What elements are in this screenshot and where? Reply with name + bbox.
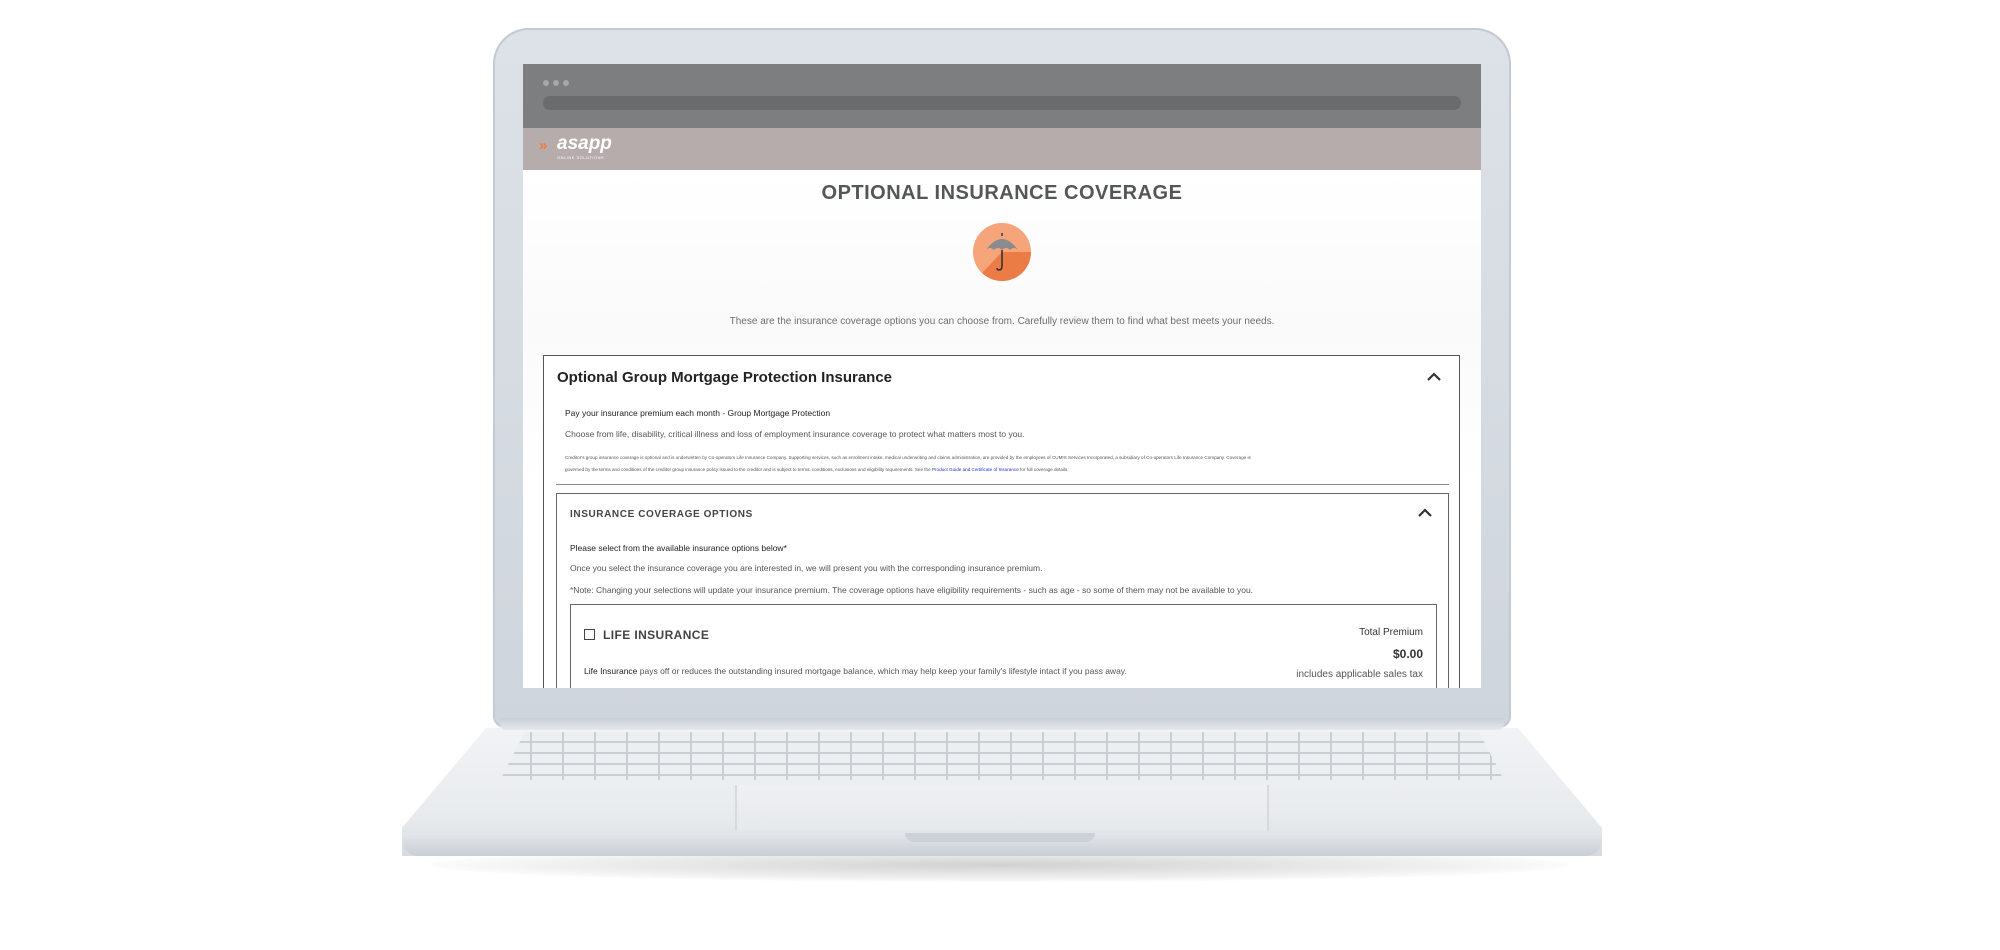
premium-tax-note: includes applicable sales tax (1296, 669, 1423, 680)
section-subtitle: Pay your insurance premium each month - … (565, 408, 831, 418)
umbrella-icon (972, 222, 1032, 282)
laptop-hinge (500, 718, 1504, 730)
laptop-notch (905, 833, 1095, 842)
life-insurance-desc-bold: Life Insurance (584, 666, 638, 676)
coverage-instruction: Please select from the available insuran… (570, 543, 787, 553)
product-guide-link[interactable]: Product Guide and Certificate of Insuran… (932, 467, 1019, 472)
total-premium-value: $0.00 (1392, 647, 1423, 661)
life-insurance-checkbox[interactable] (584, 629, 595, 640)
window-dot-icon[interactable] (543, 80, 549, 86)
chevron-up-icon[interactable] (1418, 506, 1432, 520)
address-bar[interactable] (543, 96, 1461, 110)
logo[interactable]: asapp (557, 133, 612, 155)
window-dot-icon[interactable] (553, 80, 559, 86)
window-dot-icon[interactable] (563, 80, 569, 86)
fine-print-text: Creditor's group insurance coverage is o… (565, 455, 1251, 460)
group-mortgage-section: Optional Group Mortgage Protection Insur… (543, 355, 1460, 688)
laptop-screen: » asapp ONLINE SOLUTIONS OPTIONAL INSURA… (523, 64, 1481, 688)
life-insurance-option: LIFE INSURANCE Life Insurance pays off o… (570, 604, 1437, 688)
divider (556, 484, 1449, 485)
section-title[interactable]: Optional Group Mortgage Protection Insur… (557, 369, 892, 386)
section-description: Choose from life, disability, critical i… (565, 429, 1025, 439)
coverage-options-section: INSURANCE COVERAGE OPTIONS Please select… (556, 493, 1449, 688)
coverage-info: Once you select the insurance coverage y… (570, 563, 1043, 573)
coverage-note: *Note: Changing your selections will upd… (570, 585, 1254, 595)
logo-arrows-icon: » (539, 137, 548, 154)
app-header: » asapp ONLINE SOLUTIONS (523, 128, 1481, 170)
intro-text: These are the insurance coverage options… (729, 316, 1275, 327)
logo-subtext: ONLINE SOLUTIONS (557, 155, 605, 160)
laptop-keyboard (500, 732, 1504, 780)
fine-print-text: for full coverage details. (1020, 467, 1069, 472)
page-content: OPTIONAL INSURANCE COVERAGE These are th… (523, 170, 1481, 688)
browser-chrome (523, 64, 1481, 128)
life-insurance-description: Life Insurance pays off or reduces the o… (584, 666, 1127, 676)
life-insurance-title[interactable]: LIFE INSURANCE (603, 628, 709, 642)
fine-print: Creditor's group insurance coverage is o… (565, 452, 1445, 476)
total-premium-label: Total Premium (1359, 627, 1423, 638)
laptop-trackpad (735, 785, 1269, 831)
coverage-options-title[interactable]: INSURANCE COVERAGE OPTIONS (570, 509, 753, 520)
chevron-up-icon[interactable] (1427, 370, 1441, 384)
page-title: OPTIONAL INSURANCE COVERAGE (821, 182, 1183, 204)
life-insurance-desc-text: pays off or reduces the outstanding insu… (637, 666, 1127, 676)
fine-print-text: governed by the terms and conditions of … (565, 467, 931, 472)
